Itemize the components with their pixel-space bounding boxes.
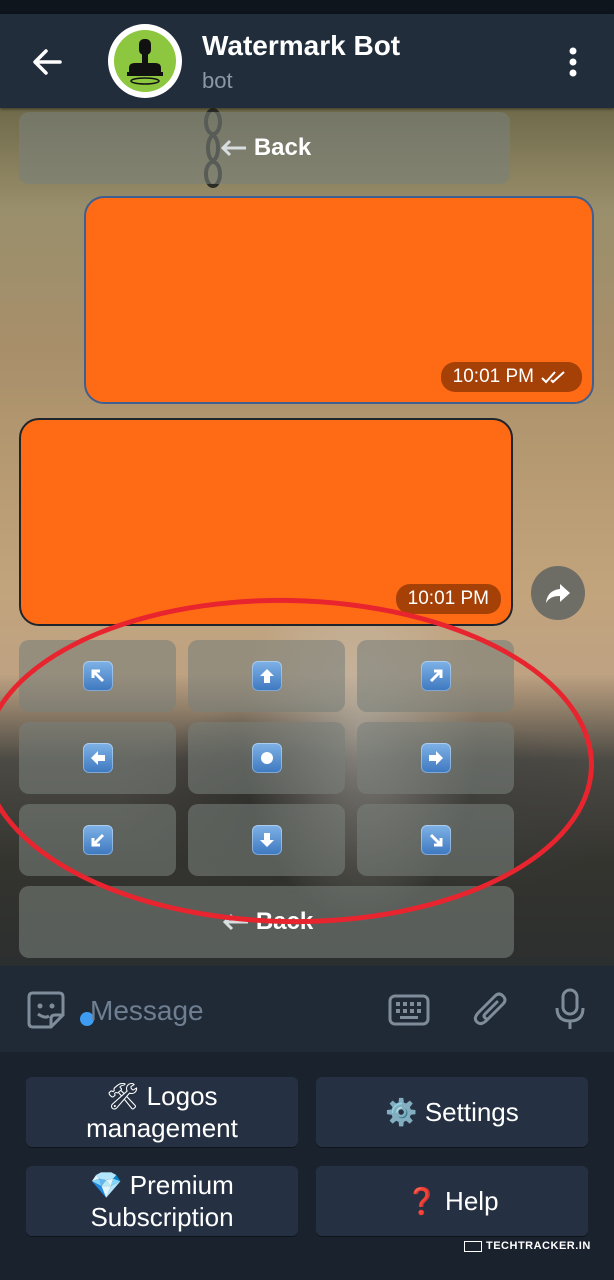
help-label: ❓ Help	[405, 1186, 499, 1216]
back-arrow-icon	[222, 913, 248, 931]
inline-back-button-top[interactable]: Back	[19, 112, 510, 184]
status-bar	[0, 0, 614, 14]
arrow-up-icon	[251, 661, 282, 691]
position-center-button[interactable]	[188, 722, 345, 794]
inline-back-label: Back	[253, 134, 312, 161]
arrow-left-icon	[82, 743, 113, 773]
stamp-icon	[127, 39, 163, 85]
microphone-icon	[555, 988, 585, 1029]
message-time-text: 10:01 PM	[407, 588, 489, 609]
sticker-icon	[27, 991, 65, 1029]
chat-area: Back 10:01 PM 10:01 PM Back	[0, 108, 614, 966]
position-top-right-button[interactable]	[357, 640, 514, 712]
more-vertical-icon	[569, 47, 577, 77]
help-button[interactable]: ❓ Help	[316, 1166, 588, 1236]
arrow-up-right-icon	[420, 661, 451, 691]
site-watermark: TECHTRACKER.IN	[464, 1240, 591, 1252]
arrow-down-right-icon	[420, 825, 451, 855]
arrow-down-icon	[251, 825, 282, 855]
watermark-logo-icon	[464, 1240, 482, 1252]
arrow-left-icon	[33, 49, 62, 75]
circle-icon	[251, 743, 282, 773]
inline-back-button-bottom[interactable]: Back	[19, 886, 514, 958]
position-right-button[interactable]	[357, 722, 514, 794]
back-arrow-button[interactable]	[26, 42, 70, 82]
incoming-message-bubble[interactable]: 10:01 PM	[19, 418, 513, 626]
logos-management-button[interactable]: 🛠 Logos management	[26, 1077, 298, 1147]
message-input[interactable]	[88, 988, 372, 1034]
position-bottom-right-button[interactable]	[357, 804, 514, 876]
double-check-icon	[541, 371, 565, 384]
inline-back-label: Back	[255, 908, 314, 935]
message-time-text: 10:01 PM	[452, 366, 534, 387]
position-top-button[interactable]	[188, 640, 345, 712]
outgoing-message-bubble[interactable]: 10:01 PM	[84, 196, 594, 404]
premium-subscription-button[interactable]: 💎 Premium Subscription	[26, 1166, 298, 1236]
back-arrow-icon	[220, 139, 246, 157]
message-input-bar	[0, 966, 614, 1052]
chat-subtitle: bot	[202, 68, 233, 93]
arrow-down-left-icon	[82, 825, 113, 855]
more-menu-button[interactable]	[560, 44, 586, 80]
keyboard-icon	[388, 994, 430, 1026]
arrow-right-icon	[420, 743, 451, 773]
chat-header: Watermark Bot bot	[0, 14, 614, 108]
bot-avatar[interactable]	[108, 24, 182, 98]
settings-label: ⚙️ Settings	[385, 1097, 519, 1127]
share-button[interactable]	[531, 566, 585, 620]
premium-subscription-label: 💎 Premium Subscription	[90, 1170, 234, 1232]
arrow-up-left-icon	[82, 661, 113, 691]
share-arrow-icon	[546, 584, 570, 603]
sticker-button[interactable]	[24, 988, 96, 1032]
chat-title: Watermark Bot	[202, 30, 401, 61]
watermark-text: TECHTRACKER.IN	[486, 1240, 591, 1252]
keyboard-button[interactable]	[386, 990, 432, 1030]
message-time: 10:01 PM	[440, 362, 582, 392]
paperclip-icon	[473, 992, 507, 1026]
microphone-button[interactable]	[548, 986, 592, 1034]
message-time: 10:01 PM	[395, 584, 501, 614]
position-bottom-button[interactable]	[188, 804, 345, 876]
logos-management-label: 🛠 Logos management	[86, 1081, 238, 1143]
settings-button[interactable]: ⚙️ Settings	[316, 1077, 588, 1147]
attach-button[interactable]	[468, 986, 514, 1034]
position-bottom-left-button[interactable]	[19, 804, 176, 876]
position-top-left-button[interactable]	[19, 640, 176, 712]
position-left-button[interactable]	[19, 722, 176, 794]
